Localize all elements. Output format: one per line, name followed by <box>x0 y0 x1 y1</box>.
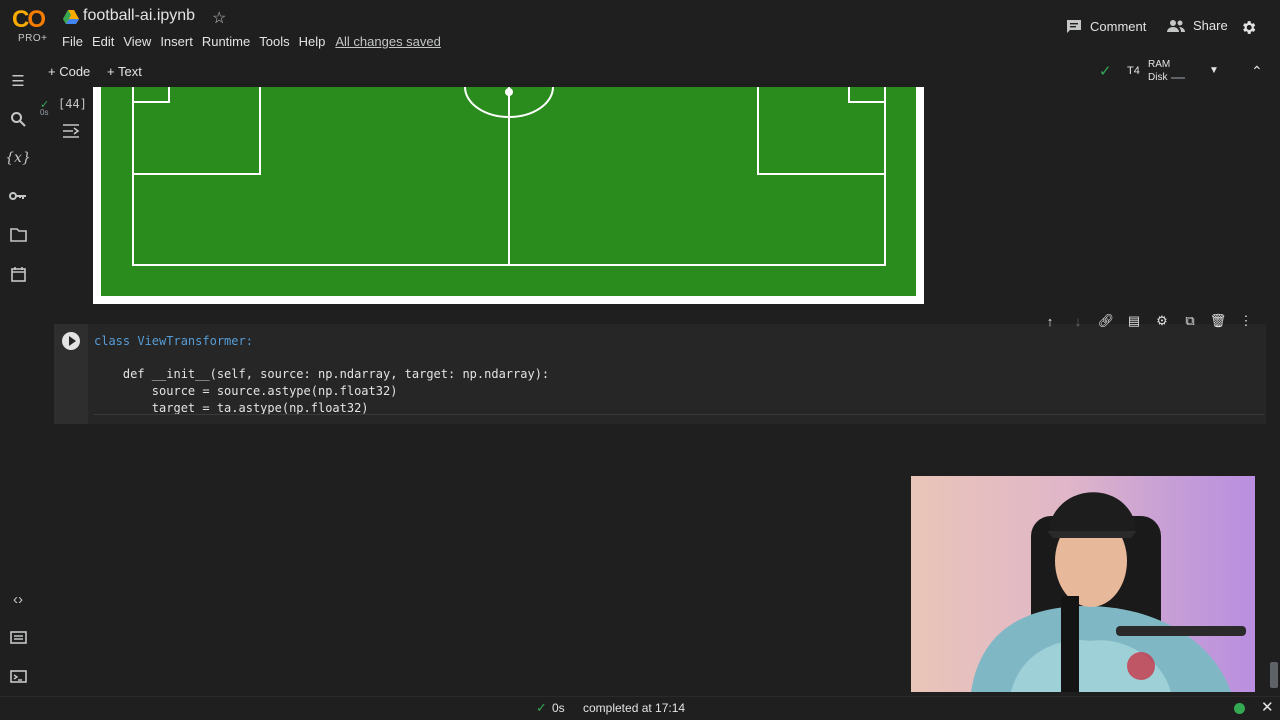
add-code-button[interactable]: + Code <box>48 64 90 79</box>
status-bar: ✓ 0s completed at 17:14 ✕ <box>0 696 1280 720</box>
files-folder-icon[interactable] <box>8 225 28 245</box>
presenter-video <box>971 492 1246 692</box>
collapse-header-icon[interactable]: ⌃ <box>1251 63 1263 80</box>
ram-label: RAM <box>1148 59 1171 70</box>
status-check-icon: ✓ <box>536 700 547 715</box>
menu-file[interactable]: File <box>62 34 91 49</box>
status-duration: 0s <box>552 701 565 715</box>
disk-label: Disk <box>1148 72 1168 83</box>
menu-tools[interactable]: Tools <box>259 34 297 49</box>
pitch-image <box>93 56 924 304</box>
menu-runtime[interactable]: Runtime <box>202 34 258 49</box>
code-line-1: class ViewTransformer: <box>94 334 253 348</box>
notebook-title[interactable]: football-ai.ipynb <box>83 7 195 25</box>
search-icon[interactable] <box>8 109 28 129</box>
resource-monitor[interactable]: RAM Disk <box>1148 58 1186 84</box>
colab-logo[interactable]: CO PRO+ <box>10 6 56 46</box>
code-editor[interactable]: class ViewTransformer: def __init__(self… <box>94 333 549 417</box>
move-down-icon[interactable]: ↓ <box>1068 311 1088 331</box>
command-palette-icon[interactable] <box>8 627 28 647</box>
logo-tier: PRO+ <box>18 33 48 44</box>
connected-check-icon: ✓ <box>1099 63 1112 80</box>
comment-button[interactable]: Comment <box>1066 18 1146 34</box>
logo-letter-c: C <box>12 6 29 33</box>
runtime-dropdown-icon[interactable]: ▼ <box>1209 65 1219 76</box>
people-icon <box>1167 19 1185 32</box>
menu-bar: File Edit View Insert Runtime Tools Help… <box>62 34 450 49</box>
logo-letter-o: O <box>27 6 46 33</box>
variables-icon[interactable]: {x} <box>5 148 31 168</box>
run-cell-button[interactable] <box>62 332 80 350</box>
share-label: Share <box>1193 18 1228 33</box>
connection-status-dot <box>1234 703 1245 714</box>
menu-edit[interactable]: Edit <box>92 34 122 49</box>
cell-gutter <box>54 324 88 424</box>
calendar-icon[interactable] <box>8 264 28 284</box>
disk-usage-bar <box>1171 76 1186 79</box>
left-rail: ☰ {x} ‹› <box>0 58 36 720</box>
move-up-icon[interactable]: ↑ <box>1040 311 1060 331</box>
secrets-key-icon[interactable] <box>8 186 28 206</box>
add-text-button[interactable]: + Text <box>107 64 142 79</box>
save-status[interactable]: All changes saved <box>335 34 449 49</box>
menu-help[interactable]: Help <box>299 34 334 49</box>
football-pitch-drawing <box>101 56 916 296</box>
drive-icon[interactable] <box>63 9 79 25</box>
star-icon[interactable]: ☆ <box>212 8 226 28</box>
delete-icon[interactable]: 🗑︎ <box>1208 311 1228 331</box>
output-actions-icon[interactable] <box>62 123 80 139</box>
notebook-toolbar: + Code + Text ✓ T4 RAM Disk ▼ ⌃ <box>0 58 1280 86</box>
menu-insert[interactable]: Insert <box>160 34 201 49</box>
link-icon[interactable]: 🔗︎ <box>1096 311 1116 331</box>
cell-settings-icon[interactable]: ⚙ <box>1152 311 1172 331</box>
code-snippets-icon[interactable]: ‹› <box>8 589 28 609</box>
cell-toolbar: ↑ ↓ 🔗︎ ▤ ⚙ ⧉ 🗑︎ ⋮ <box>1040 311 1256 331</box>
comment-icon[interactable]: ▤ <box>1124 311 1144 331</box>
gear-icon[interactable] <box>1240 19 1257 36</box>
table-of-contents-icon[interactable]: ☰ <box>8 71 28 91</box>
comment-label: Comment <box>1090 18 1147 34</box>
runtime-type[interactable]: T4 <box>1127 65 1140 77</box>
mirror-cell-icon[interactable]: ⧉ <box>1180 311 1200 331</box>
active-line-highlight <box>94 414 1264 415</box>
comment-icon <box>1067 20 1081 33</box>
more-vert-icon[interactable]: ⋮ <box>1236 311 1256 331</box>
terminal-icon[interactable] <box>8 666 28 686</box>
execution-count: [44] <box>58 97 87 111</box>
code-line-5: target = ta.astype(np.float32) <box>94 400 369 415</box>
close-icon[interactable]: ✕ <box>1261 698 1274 716</box>
code-cell[interactable]: class ViewTransformer: def __init__(self… <box>54 324 1266 424</box>
share-button[interactable]: Share <box>1167 18 1228 33</box>
code-line-3: def __init__(self, source: np.ndarray, t… <box>94 367 550 382</box>
status-message[interactable]: completed at 17:14 <box>583 701 685 715</box>
menu-view[interactable]: View <box>123 34 159 49</box>
code-line-4: source = source.astype(np.float32) <box>94 384 398 399</box>
exec-time: 0s <box>40 108 49 117</box>
app-header: CO PRO+ football-ai.ipynb ☆ File Edit Vi… <box>0 0 1280 58</box>
scrollbar-thumb[interactable] <box>1270 662 1278 688</box>
webcam-overlay <box>911 476 1255 692</box>
